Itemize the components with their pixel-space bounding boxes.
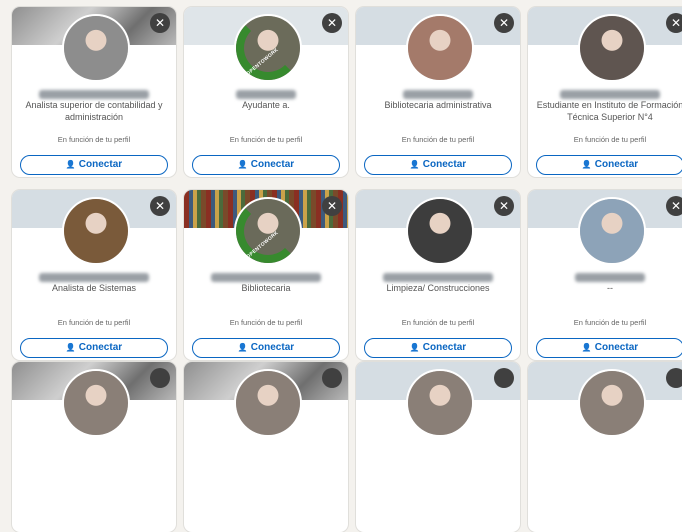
profile-photo <box>408 371 472 435</box>
add-person-icon: 👤 <box>581 343 592 352</box>
dismiss-icon[interactable]: ✕ <box>322 13 342 33</box>
profile-card[interactable]: ✕ Analista superior de contabilidad y adm… <box>12 7 176 177</box>
profile-headline: Limpieza/ Construcciones <box>386 283 490 293</box>
connect-label: Conectar <box>422 159 467 170</box>
profile-name-blurred[interactable] <box>28 86 160 99</box>
profile-name-blurred[interactable] <box>28 269 160 282</box>
suggestion-context: En función de tu perfil <box>401 318 475 327</box>
avatar[interactable] <box>406 197 474 265</box>
avatar[interactable] <box>578 14 646 82</box>
connect-button[interactable]: 👤 Conectar <box>536 338 682 358</box>
avatar[interactable] <box>578 197 646 265</box>
suggestion-context: En función de tu perfil <box>573 135 647 144</box>
avatar[interactable] <box>62 369 130 437</box>
profile-photo <box>580 16 644 80</box>
avatar[interactable] <box>578 369 646 437</box>
profile-name-blurred[interactable] <box>544 86 676 99</box>
dismiss-icon[interactable]: ✕ <box>666 196 682 216</box>
profile-card[interactable]: ✕ Bibliotecaria administrativa En función … <box>356 7 520 177</box>
profile-headline: Bibliotecaria administrativa <box>384 100 492 110</box>
profile-card[interactable] <box>12 362 176 532</box>
profile-headline: Analista superior de contabilidad y admi… <box>25 100 163 122</box>
avatar[interactable] <box>406 14 474 82</box>
avatar[interactable]: #OPENTOWORK <box>234 197 302 265</box>
connect-label: Conectar <box>250 342 295 353</box>
connect-label: Conectar <box>78 159 123 170</box>
add-person-icon: 👤 <box>581 160 592 169</box>
suggestion-context: En función de tu perfil <box>401 135 475 144</box>
connect-label: Conectar <box>78 342 123 353</box>
add-person-icon: 👤 <box>65 343 76 352</box>
connect-button[interactable]: 👤 Conectar <box>192 338 340 358</box>
connect-button[interactable]: 👤 Conectar <box>20 155 168 175</box>
dismiss-icon[interactable] <box>150 368 170 388</box>
add-person-icon: 👤 <box>409 160 420 169</box>
profile-name-blurred[interactable] <box>372 269 504 282</box>
connect-label: Conectar <box>250 159 295 170</box>
suggestion-context: En función de tu perfil <box>229 318 303 327</box>
avatar[interactable] <box>62 14 130 82</box>
dismiss-icon[interactable]: ✕ <box>150 196 170 216</box>
suggestion-context: En función de tu perfil <box>57 318 131 327</box>
profile-headline: Estudiante en Instituto de Formación Téc… <box>536 100 682 122</box>
dismiss-icon[interactable]: ✕ <box>150 13 170 33</box>
profile-headline: Analista de Sistemas <box>51 283 137 293</box>
suggestion-context: En función de tu perfil <box>573 318 647 327</box>
dismiss-icon[interactable] <box>666 368 682 388</box>
suggestion-context: En función de tu perfil <box>229 135 303 144</box>
profile-photo <box>236 371 300 435</box>
profile-name-blurred[interactable] <box>200 269 332 282</box>
profile-photo <box>64 371 128 435</box>
connect-label: Conectar <box>594 159 639 170</box>
profile-card[interactable]: ✕ Estudiante en Instituto de Formación Té… <box>528 7 682 177</box>
avatar[interactable]: #OPENTOWORK <box>234 14 302 82</box>
profile-photo <box>408 16 472 80</box>
dismiss-icon[interactable] <box>322 368 342 388</box>
profile-photo <box>64 199 128 263</box>
profile-card[interactable]: ✕ Analista de Sistemas En función de tu pe… <box>12 190 176 360</box>
add-person-icon: 👤 <box>65 160 76 169</box>
dismiss-icon[interactable]: ✕ <box>494 196 514 216</box>
profile-name-blurred[interactable] <box>544 269 676 282</box>
avatar[interactable] <box>406 369 474 437</box>
connect-button[interactable]: 👤 Conectar <box>192 155 340 175</box>
add-person-icon: 👤 <box>237 160 248 169</box>
connect-label: Conectar <box>422 342 467 353</box>
open-to-work-frame <box>236 16 300 80</box>
profile-card[interactable]: #OPENTOWORK ✕ Ayudante a. En función de tu … <box>184 7 348 177</box>
dismiss-icon[interactable] <box>494 368 514 388</box>
connect-button[interactable]: 👤 Conectar <box>364 155 512 175</box>
profile-headline: -- <box>607 283 613 293</box>
profile-card[interactable]: ✕ -- En función de tu perfil 👤 Conectar <box>528 190 682 360</box>
profile-card[interactable] <box>184 362 348 532</box>
connect-button[interactable]: 👤 Conectar <box>364 338 512 358</box>
profile-photo <box>64 16 128 80</box>
profile-photo <box>580 199 644 263</box>
profile-name-blurred[interactable] <box>200 86 332 99</box>
dismiss-icon[interactable]: ✕ <box>494 13 514 33</box>
suggestion-context: En función de tu perfil <box>57 135 131 144</box>
add-person-icon: 👤 <box>409 343 420 352</box>
profile-card[interactable] <box>528 362 682 532</box>
open-to-work-frame <box>236 199 300 263</box>
avatar[interactable] <box>234 369 302 437</box>
profile-headline: Bibliotecaria <box>241 283 291 293</box>
dismiss-icon[interactable]: ✕ <box>322 196 342 216</box>
add-person-icon: 👤 <box>237 343 248 352</box>
connect-button[interactable]: 👤 Conectar <box>536 155 682 175</box>
profile-card[interactable]: #OPENTOWORK ✕ Bibliotecaria En función de t… <box>184 190 348 360</box>
avatar[interactable] <box>62 197 130 265</box>
profile-card[interactable] <box>356 362 520 532</box>
profile-name-blurred[interactable] <box>372 86 504 99</box>
profile-headline: Ayudante a. <box>242 100 290 110</box>
profile-photo <box>408 199 472 263</box>
connect-label: Conectar <box>594 342 639 353</box>
dismiss-icon[interactable]: ✕ <box>666 13 682 33</box>
profile-card[interactable]: ✕ Limpieza/ Construcciones En función de t… <box>356 190 520 360</box>
connect-button[interactable]: 👤 Conectar <box>20 338 168 358</box>
profile-photo <box>580 371 644 435</box>
